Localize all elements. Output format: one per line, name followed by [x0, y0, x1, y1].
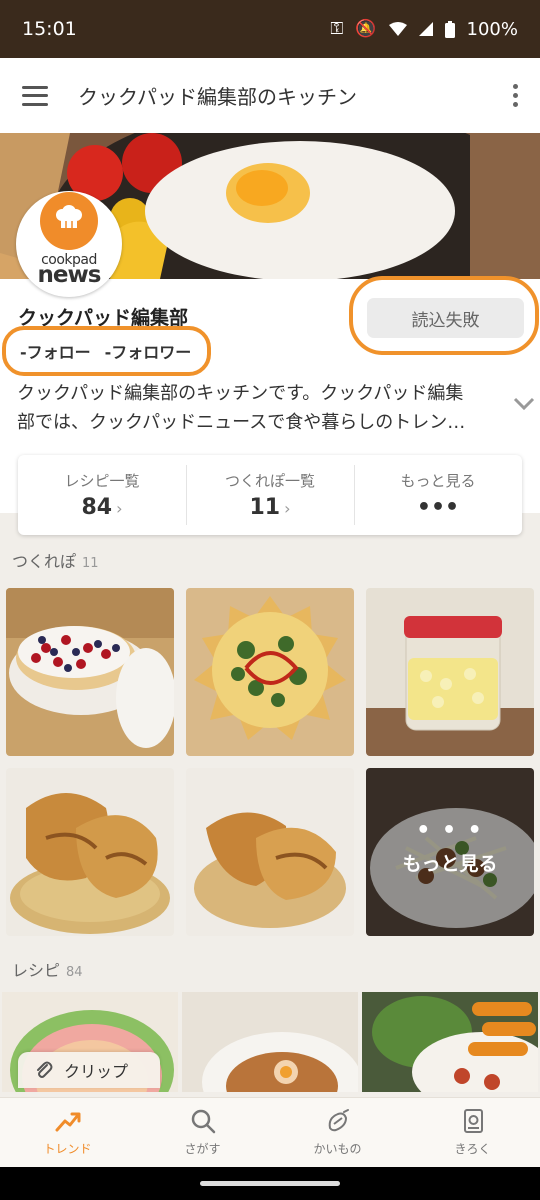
signal-icon [418, 22, 433, 36]
recipes-section-title: レシピ 84 [12, 957, 83, 981]
more-dots-icon: • • • [416, 818, 484, 843]
nav-label: きろく [454, 1142, 491, 1156]
profile-header: cookpad news クックパッド編集部 -フォロー -フォロワー 読込失敗… [0, 133, 540, 535]
follow-button[interactable]: 読込失敗 [367, 298, 524, 338]
wifi-icon [388, 22, 407, 36]
avatar[interactable]: cookpad news [16, 191, 122, 297]
stats-card: レシピ一覧 84 › つくれぽ一覧 11 › もっと見る ••• [18, 455, 522, 535]
chevron-right-icon: › [116, 499, 123, 518]
record-icon [463, 1109, 483, 1133]
stat-value: 11 › [249, 495, 291, 520]
nav-shopping[interactable]: かいもの [270, 1098, 405, 1167]
brand-news: news [37, 262, 102, 288]
status-icons: ⚿ 🔕 100% [330, 19, 518, 40]
nav-label: かいもの [313, 1142, 362, 1156]
chef-hat-logo [40, 192, 98, 250]
stat-recipes[interactable]: レシピ一覧 84 › [18, 455, 186, 535]
description-line: クックパッド編集部のキッチンです。クックパッド編集 [17, 383, 464, 404]
nav-record[interactable]: きろく [405, 1098, 540, 1167]
recipe-card[interactable] [182, 992, 358, 1092]
home-indicator[interactable] [200, 1181, 340, 1186]
clip-label: クリップ [64, 1062, 129, 1081]
profile-description[interactable]: クックパッド編集部のキッチンです。クックパッド編集 部では、クックパッドニュース… [17, 379, 507, 437]
follow-link[interactable]: -フォロー [20, 339, 91, 363]
menu-icon[interactable] [22, 85, 48, 106]
status-bar: 15:01 ⚿ 🔕 100% [0, 0, 540, 58]
stat-label: つくれぽ一覧 [224, 472, 315, 490]
tsukurepo-more-tile[interactable]: • • • もっと見る [366, 768, 534, 936]
status-time: 15:01 [22, 18, 77, 40]
bottom-navigation: トレンド さがす かいもの きろく [0, 1097, 540, 1167]
tsukurepo-photo[interactable] [6, 588, 174, 756]
trend-icon [55, 1112, 80, 1132]
recipe-card[interactable] [362, 992, 538, 1092]
more-dots-icon: ••• [416, 495, 460, 520]
description-line: 部では、クックパッドニュースで食や暮らしのトレン… [17, 412, 466, 433]
stat-value: 84 › [81, 495, 123, 520]
vpn-key-icon: ⚿ [330, 19, 344, 39]
load-failed-highlight: 読込失敗 [349, 276, 539, 355]
page-title: クックパッド編集部のキッチン [78, 85, 357, 109]
nav-label: トレンド [43, 1142, 92, 1156]
nav-label: さがす [184, 1142, 221, 1156]
app-bar: クックパッド編集部のキッチン [0, 58, 540, 133]
notifications-off-icon: 🔕 [355, 19, 377, 39]
stat-tsukurepo[interactable]: つくれぽ一覧 11 › [186, 455, 354, 535]
tsukurepo-section-title: つくれぽ 11 [12, 548, 99, 572]
section-title: レシピ [12, 961, 61, 980]
nav-trend[interactable]: トレンド [0, 1098, 135, 1167]
stat-label: レシピ一覧 [64, 472, 140, 490]
chevron-right-icon: › [284, 499, 291, 518]
paperclip-icon [37, 1061, 53, 1078]
more-overlay: • • • もっと見る [366, 768, 534, 936]
tsukurepo-photo[interactable] [6, 768, 174, 936]
tsukurepo-photo[interactable] [186, 588, 354, 756]
more-label: もっと見る [402, 853, 498, 875]
tsukurepo-photo[interactable] [186, 768, 354, 936]
nav-search[interactable]: さがす [135, 1098, 270, 1167]
stat-label: もっと見る [400, 472, 476, 490]
shopping-icon [328, 1109, 349, 1132]
section-count: 84 [66, 965, 83, 980]
chevron-down-icon[interactable] [512, 395, 536, 411]
section-count: 11 [82, 556, 99, 571]
tsukurepo-photo[interactable] [366, 588, 534, 756]
section-title: つくれぽ [12, 552, 77, 571]
clip-button[interactable]: クリップ [18, 1052, 160, 1088]
follower-link[interactable]: -フォロワー [105, 339, 192, 363]
search-icon [191, 1109, 215, 1134]
follow-counts: -フォロー -フォロワー [2, 326, 211, 376]
stat-more[interactable]: もっと見る ••• [354, 455, 522, 535]
overflow-menu-icon[interactable] [512, 84, 518, 107]
gesture-bar [0, 1167, 540, 1200]
battery-percent: 100% [466, 18, 518, 40]
battery-icon [444, 20, 455, 38]
